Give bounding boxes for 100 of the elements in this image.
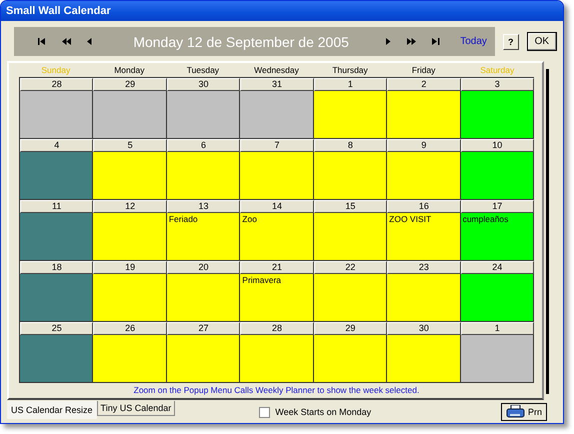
event-text: Zoo xyxy=(242,214,258,224)
day-number: 11 xyxy=(20,200,94,213)
day-cell[interactable] xyxy=(240,335,314,383)
day-cell[interactable] xyxy=(460,274,534,322)
day-cell[interactable] xyxy=(93,213,167,261)
day-cell[interactable] xyxy=(314,274,388,322)
day-number: 26 xyxy=(93,322,167,335)
day-cell[interactable] xyxy=(387,152,461,200)
day-cell[interactable] xyxy=(20,335,94,383)
weekday-label: Tuesday xyxy=(186,65,220,77)
day-number: 28 xyxy=(240,322,314,335)
day-number: 3 xyxy=(460,78,534,91)
printer-icon xyxy=(506,405,526,419)
current-date: Monday 12 de September de 2005 xyxy=(132,34,350,50)
day-number: 29 xyxy=(314,322,388,335)
day-number: 20 xyxy=(166,261,240,274)
day-number: 1 xyxy=(460,322,534,335)
double-left-arrow-icon xyxy=(62,38,71,45)
day-cell[interactable] xyxy=(240,91,314,139)
tab[interactable]: US Calendar Resize xyxy=(7,401,97,419)
day-cell[interactable] xyxy=(387,335,461,383)
checkbox-label: Week Starts on Monday xyxy=(275,407,372,417)
day-cell[interactable] xyxy=(460,91,534,139)
day-number: 30 xyxy=(387,322,461,335)
weekday-label: Monday xyxy=(113,65,146,77)
day-cell[interactable] xyxy=(93,335,167,383)
day-number: 4 xyxy=(20,139,94,152)
hint-text: Zoom on the Popup Menu Calls Weekly Planner to show the week selected. xyxy=(132,384,420,397)
day-number: 18 xyxy=(20,261,94,274)
day-number: 6 xyxy=(166,139,240,152)
day-cell[interactable] xyxy=(387,274,461,322)
day-cell[interactable] xyxy=(93,91,167,139)
tab[interactable]: Tiny US Calendar xyxy=(96,401,176,416)
weekday-label: Wednesday xyxy=(253,65,300,77)
day-cell[interactable] xyxy=(314,91,388,139)
day-number: 14 xyxy=(240,200,314,213)
day-number: 9 xyxy=(387,139,461,152)
left-arrow-icon xyxy=(87,38,92,45)
day-cell[interactable] xyxy=(20,91,94,139)
event-text: ZOO VISIT xyxy=(389,214,432,224)
day-number: 12 xyxy=(93,200,167,213)
day-cell[interactable] xyxy=(460,152,534,200)
event-text: Primavera xyxy=(242,275,282,285)
day-number: 31 xyxy=(240,78,314,91)
day-number: 23 xyxy=(387,261,461,274)
day-number: 13 xyxy=(166,200,240,213)
day-cell[interactable] xyxy=(460,335,534,383)
day-number: 21 xyxy=(240,261,314,274)
day-cell[interactable]: Primavera xyxy=(240,274,314,322)
weekday-label: Sunday xyxy=(40,65,72,77)
day-cell[interactable] xyxy=(240,152,314,200)
day-number: 8 xyxy=(314,139,388,152)
ok-button[interactable]: OK xyxy=(526,32,558,51)
day-cell[interactable] xyxy=(314,213,388,261)
day-cell[interactable] xyxy=(387,91,461,139)
weekday-label: Saturday xyxy=(479,65,516,77)
day-number: 30 xyxy=(166,78,240,91)
day-number: 17 xyxy=(460,200,534,213)
day-cell[interactable] xyxy=(93,274,167,322)
event-text: Feriado xyxy=(168,214,199,224)
weekday-label: Friday xyxy=(410,65,436,77)
day-number: 25 xyxy=(20,322,94,335)
day-number: 22 xyxy=(314,261,388,274)
day-cell[interactable] xyxy=(20,213,94,261)
window-title: Small Wall Calendar xyxy=(6,5,111,17)
day-cell[interactable] xyxy=(166,91,240,139)
day-cell[interactable] xyxy=(166,152,240,200)
day-cell[interactable] xyxy=(93,152,167,200)
skip-back-icon xyxy=(38,38,46,45)
day-cell[interactable] xyxy=(20,274,94,322)
day-number: 1 xyxy=(314,78,388,91)
day-number: 7 xyxy=(240,139,314,152)
day-cell[interactable] xyxy=(166,335,240,383)
help-button[interactable]: ? xyxy=(502,34,519,50)
day-cell[interactable] xyxy=(166,274,240,322)
event-text: cumpleaños xyxy=(462,214,510,224)
day-number: 2 xyxy=(387,78,461,91)
today-link[interactable]: Today xyxy=(450,36,487,47)
day-cell[interactable] xyxy=(314,152,388,200)
day-cell[interactable] xyxy=(20,152,94,200)
day-number: 10 xyxy=(460,139,534,152)
checkbox[interactable] xyxy=(259,406,270,418)
day-cell[interactable]: Zoo xyxy=(240,213,314,261)
skip-forward-icon xyxy=(432,38,440,45)
right-arrow-icon xyxy=(386,38,392,45)
day-cell[interactable]: cumpleaños xyxy=(460,213,534,261)
day-number: 29 xyxy=(93,78,167,91)
day-cell[interactable]: ZOO VISIT xyxy=(387,213,461,261)
day-cell[interactable] xyxy=(314,335,388,383)
day-number: 24 xyxy=(460,261,534,274)
day-cell[interactable]: Feriado xyxy=(166,213,240,261)
day-number: 27 xyxy=(166,322,240,335)
day-number: 16 xyxy=(387,200,461,213)
day-number: 19 xyxy=(93,261,167,274)
weekday-label: Thursday xyxy=(331,65,369,77)
day-number: 15 xyxy=(314,200,388,213)
print-button[interactable]: Prn xyxy=(500,403,547,421)
day-number: 5 xyxy=(93,139,167,152)
double-right-arrow-icon xyxy=(407,38,416,45)
day-number: 28 xyxy=(20,78,94,91)
